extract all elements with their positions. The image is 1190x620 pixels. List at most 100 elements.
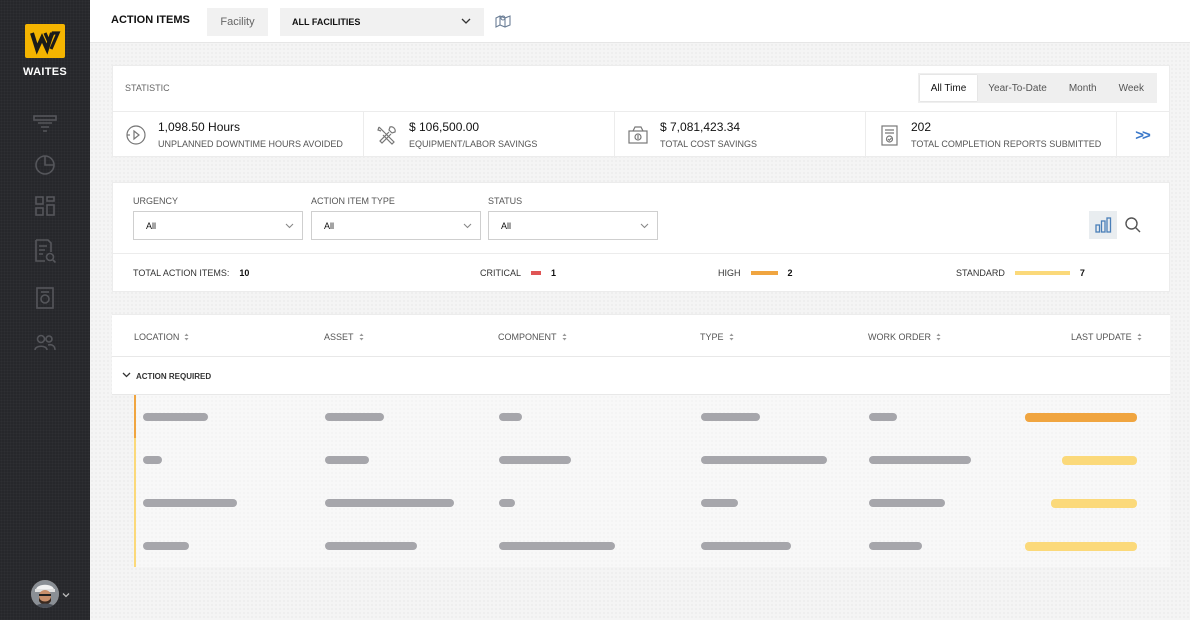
chevron-down-icon xyxy=(285,223,294,229)
stat-total-cost-savings: $ 7,081,423.34 TOTAL COST SAVINGS xyxy=(615,112,866,158)
loading-placeholder xyxy=(869,413,897,421)
table-row[interactable] xyxy=(134,524,1170,567)
group-action-required[interactable]: ACTION REQUIRED xyxy=(112,356,1170,395)
group-label: ACTION REQUIRED xyxy=(136,372,212,381)
chevron-down-icon[interactable] xyxy=(62,586,70,604)
column-location[interactable]: LOCATION xyxy=(134,332,189,342)
urgency-filter: URGENCY All xyxy=(133,196,303,240)
high-count-item: HIGH 2 xyxy=(718,268,793,278)
column-label: WORK ORDER xyxy=(868,332,931,342)
critical-count-item: CRITICAL 1 xyxy=(480,268,556,278)
sort-icon xyxy=(1137,333,1142,341)
tab-week[interactable]: Week xyxy=(1108,75,1155,101)
statistic-title: STATISTIC xyxy=(125,83,170,93)
column-label: LAST UPDATE xyxy=(1071,332,1132,342)
total-action-items: TOTAL ACTION ITEMS: 10 xyxy=(133,268,249,278)
action-item-type-label: ACTION ITEM TYPE xyxy=(311,196,395,206)
users-icon[interactable] xyxy=(31,330,59,356)
document-icon[interactable] xyxy=(31,285,59,311)
chevron-down-icon xyxy=(122,372,131,378)
pie-chart-icon[interactable] xyxy=(31,152,59,178)
action-item-type-select[interactable]: All xyxy=(311,211,481,240)
urgency-indicator xyxy=(134,395,136,438)
action-item-type-filter: ACTION ITEM TYPE All xyxy=(311,196,481,240)
downtime-clock-icon xyxy=(125,124,147,151)
column-last-update[interactable]: LAST UPDATE xyxy=(1071,332,1142,342)
standard-swatch xyxy=(1014,271,1070,275)
map-icon[interactable] xyxy=(495,13,511,34)
loading-placeholder xyxy=(325,413,384,421)
loading-placeholder xyxy=(143,499,237,507)
high-swatch xyxy=(750,271,778,275)
waites-logo-mark xyxy=(30,31,61,55)
chevron-down-icon xyxy=(461,18,471,24)
last-update-bar xyxy=(1051,499,1137,508)
stat-value: 1,098.50 Hours xyxy=(158,120,241,134)
bar-chart-icon xyxy=(1095,217,1112,233)
tab-all-time[interactable]: All Time xyxy=(919,75,978,101)
statistic-cards: 1,098.50 Hours UNPLANNED DOWNTIME HOURS … xyxy=(113,111,1169,158)
top-bar: ACTION ITEMS Facility ALL FACILITIES xyxy=(90,0,1190,43)
loading-placeholder xyxy=(143,456,162,464)
critical-label: CRITICAL xyxy=(480,268,522,278)
standard-count: 7 xyxy=(1079,268,1085,278)
last-update-bar xyxy=(1025,413,1137,422)
report-search-icon[interactable] xyxy=(31,238,59,264)
tab-month[interactable]: Month xyxy=(1058,75,1108,101)
urgency-select[interactable]: All xyxy=(133,211,303,240)
stat-downtime-avoided: 1,098.50 Hours UNPLANNED DOWNTIME HOURS … xyxy=(113,112,364,158)
table-row[interactable] xyxy=(134,395,1170,438)
stat-label: UNPLANNED DOWNTIME HOURS AVOIDED xyxy=(158,139,343,149)
period-tabs: All Time Year-To-Date Month Week xyxy=(917,73,1157,103)
search-button[interactable] xyxy=(1119,211,1147,239)
urgency-indicator xyxy=(134,524,136,567)
action-item-type-value: All xyxy=(324,220,335,231)
sort-icon xyxy=(936,333,941,341)
stat-label: TOTAL COST SAVINGS xyxy=(660,139,758,149)
column-component[interactable]: COMPONENT xyxy=(498,332,567,342)
sidebar: WAITES xyxy=(0,0,90,620)
urgency-select-value: All xyxy=(146,220,157,231)
wallet-icon xyxy=(627,124,649,151)
tab-year-to-date[interactable]: Year-To-Date xyxy=(977,75,1058,101)
chart-view-button[interactable] xyxy=(1089,211,1117,239)
table-row[interactable] xyxy=(134,438,1170,481)
column-work-order[interactable]: WORK ORDER xyxy=(868,332,941,342)
column-label: COMPONENT xyxy=(498,332,557,342)
chevron-down-icon xyxy=(640,223,649,229)
dashboard-icon[interactable] xyxy=(31,193,59,219)
tools-icon xyxy=(376,124,398,151)
standard-count-item: STANDARD 7 xyxy=(956,268,1085,278)
user-avatar[interactable] xyxy=(31,580,59,608)
table-header: LOCATION ASSET COMPONENT TYPE WORK ORDER… xyxy=(112,314,1170,356)
last-update-bar xyxy=(1062,456,1137,465)
chevron-down-icon xyxy=(463,223,472,229)
facility-label: Facility xyxy=(207,8,268,36)
status-select-value: All xyxy=(501,220,512,231)
urgency-indicator xyxy=(134,481,136,524)
loading-placeholder xyxy=(325,499,454,507)
sort-icon xyxy=(359,333,364,341)
sort-icon xyxy=(562,333,566,341)
urgency-indicator xyxy=(134,438,136,481)
total-count: 10 xyxy=(239,268,250,278)
report-icon xyxy=(878,124,900,151)
loading-placeholder xyxy=(869,499,945,507)
stat-next-button[interactable]: >> xyxy=(1115,112,1169,158)
status-select[interactable]: All xyxy=(488,211,658,240)
loading-placeholder xyxy=(143,413,208,421)
filters-panel: URGENCY All ACTION ITEM TYPE All STATUS … xyxy=(112,182,1170,292)
column-asset[interactable]: ASSET xyxy=(324,332,364,342)
facility-select[interactable]: ALL FACILITIES xyxy=(280,8,484,36)
search-icon xyxy=(1125,217,1141,233)
column-type[interactable]: TYPE xyxy=(700,332,734,342)
loading-placeholder xyxy=(869,542,922,550)
brand-name: WAITES xyxy=(23,66,67,78)
loading-placeholder xyxy=(499,413,522,421)
loading-placeholder xyxy=(499,456,571,464)
filter-icon[interactable] xyxy=(31,112,59,138)
waites-logo[interactable] xyxy=(25,24,65,58)
table-row[interactable] xyxy=(134,481,1170,524)
stat-equipment-savings: $ 106,500.00 EQUIPMENT/LABOR SAVINGS xyxy=(364,112,615,158)
high-count: 2 xyxy=(787,268,793,278)
